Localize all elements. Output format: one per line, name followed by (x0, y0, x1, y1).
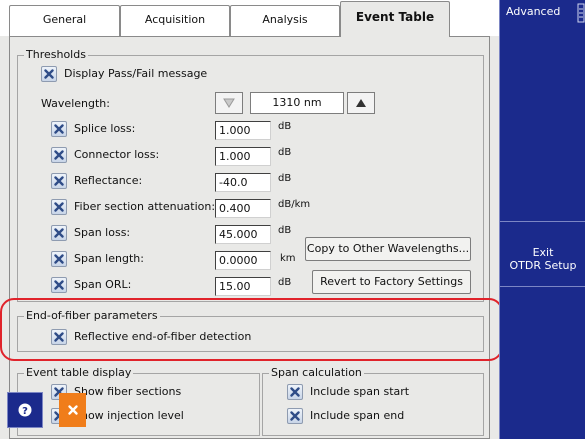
wavelength-down-button[interactable] (215, 92, 243, 114)
checkmark-x-icon (290, 411, 300, 421)
event-table-page: Thresholds Display Pass/Fail message Wav… (9, 36, 490, 439)
display-pass-fail-label: Display Pass/Fail message (64, 67, 208, 80)
reflective-end-of-fiber-checkbox[interactable] (51, 329, 67, 345)
include-span-start-checkbox[interactable] (287, 384, 303, 400)
main-panel: General Acquisition Analysis Event Table… (0, 0, 499, 439)
span-orl-field[interactable]: 15.00 (215, 277, 271, 296)
thresholds-title: Thresholds (24, 48, 88, 62)
tab-bar: General Acquisition Analysis Event Table (0, 0, 499, 37)
span-length-label: Span length: (74, 252, 144, 265)
show-fiber-sections-label: Show fiber sections (74, 385, 182, 398)
splice-loss-field[interactable]: 1.000 (215, 121, 271, 140)
span-calculation-group: Span calculation (262, 366, 484, 436)
wavelength-up-button[interactable] (347, 92, 375, 114)
close-button[interactable] (59, 393, 86, 427)
fiber-section-attenuation-unit: dB/km (278, 199, 311, 210)
connector-loss-checkbox[interactable] (51, 147, 67, 163)
window-grip-icon (577, 3, 585, 23)
wavelength-label: Wavelength: (41, 97, 110, 110)
revert-to-factory-settings-button[interactable]: Revert to Factory Settings (312, 270, 471, 294)
svg-text:?: ? (22, 406, 28, 417)
connector-loss-unit: dB (278, 147, 292, 158)
close-icon (66, 404, 79, 416)
checkmark-x-icon (290, 387, 300, 397)
tab-event-table[interactable]: Event Table (340, 1, 450, 37)
checkmark-x-icon (54, 332, 64, 342)
exit-label: Exit (532, 246, 554, 259)
fiber-section-attenuation-label: Fiber section attenuation: (74, 200, 216, 213)
otdr-setup-window: General Acquisition Analysis Event Table… (0, 0, 585, 439)
splice-loss-label: Splice loss: (74, 122, 136, 135)
advanced-button[interactable]: Advanced (506, 5, 560, 18)
splice-loss-unit: dB (278, 121, 292, 132)
reflective-end-of-fiber-label: Reflective end-of-fiber detection (74, 330, 252, 343)
triangle-down-icon (223, 98, 235, 108)
span-loss-field[interactable]: 45.000 (215, 225, 271, 244)
splice-loss-checkbox[interactable] (51, 121, 67, 137)
event-table-display-title: Event table display (24, 366, 134, 380)
reflectance-field[interactable]: -40.0 (215, 173, 271, 192)
display-pass-fail-checkbox[interactable] (41, 66, 57, 82)
checkmark-x-icon (54, 280, 64, 290)
checkmark-x-icon (54, 124, 64, 134)
tab-acquisition[interactable]: Acquisition (120, 5, 230, 37)
checkmark-x-icon (54, 150, 64, 160)
checkmark-x-icon (44, 69, 54, 79)
checkmark-x-icon (54, 228, 64, 238)
include-span-start-label: Include span start (310, 385, 410, 398)
span-length-field[interactable]: 0.0000 (215, 251, 271, 270)
span-length-checkbox[interactable] (51, 251, 67, 267)
reflectance-unit: dB (278, 173, 292, 184)
tab-general[interactable]: General (9, 5, 120, 37)
span-loss-unit: dB (278, 225, 292, 236)
reflectance-checkbox[interactable] (51, 173, 67, 189)
end-of-fiber-title: End-of-fiber parameters (24, 309, 160, 323)
show-injection-level-label: Show injection level (74, 409, 184, 422)
otdr-setup-label: OTDR Setup (509, 259, 577, 272)
checkmark-x-icon (54, 202, 64, 212)
sidebar-divider (500, 221, 585, 222)
checkmark-x-icon (54, 176, 64, 186)
reflectance-label: Reflectance: (74, 174, 143, 187)
exit-otdr-setup-button[interactable]: Exit OTDR Setup (500, 246, 585, 272)
connector-loss-field[interactable]: 1.000 (215, 147, 271, 166)
include-span-end-checkbox[interactable] (287, 408, 303, 424)
span-orl-unit: dB (278, 277, 292, 288)
triangle-up-icon (356, 99, 366, 107)
sidebar: Advanced Exit OTDR Setup (499, 0, 585, 439)
fiber-section-attenuation-field[interactable]: 0.400 (215, 199, 271, 218)
span-calculation-title: Span calculation (269, 366, 364, 380)
span-orl-checkbox[interactable] (51, 277, 67, 293)
span-orl-label: Span ORL: (74, 278, 132, 291)
wavelength-value: 1310 nm (250, 92, 344, 114)
event-table-display-group: Event table display (17, 366, 260, 436)
fiber-section-attenuation-checkbox[interactable] (51, 199, 67, 215)
span-loss-label: Span loss: (74, 226, 131, 239)
help-button[interactable]: ? (7, 392, 43, 428)
include-span-end-label: Include span end (310, 409, 405, 422)
copy-to-other-wavelengths-button[interactable]: Copy to Other Wavelengths... (305, 237, 471, 261)
span-loss-checkbox[interactable] (51, 225, 67, 241)
checkmark-x-icon (54, 254, 64, 264)
connector-loss-label: Connector loss: (74, 148, 160, 161)
span-length-unit: km (280, 253, 296, 264)
tab-analysis[interactable]: Analysis (230, 5, 340, 37)
sidebar-divider (500, 286, 585, 287)
help-icon: ? (18, 403, 32, 417)
